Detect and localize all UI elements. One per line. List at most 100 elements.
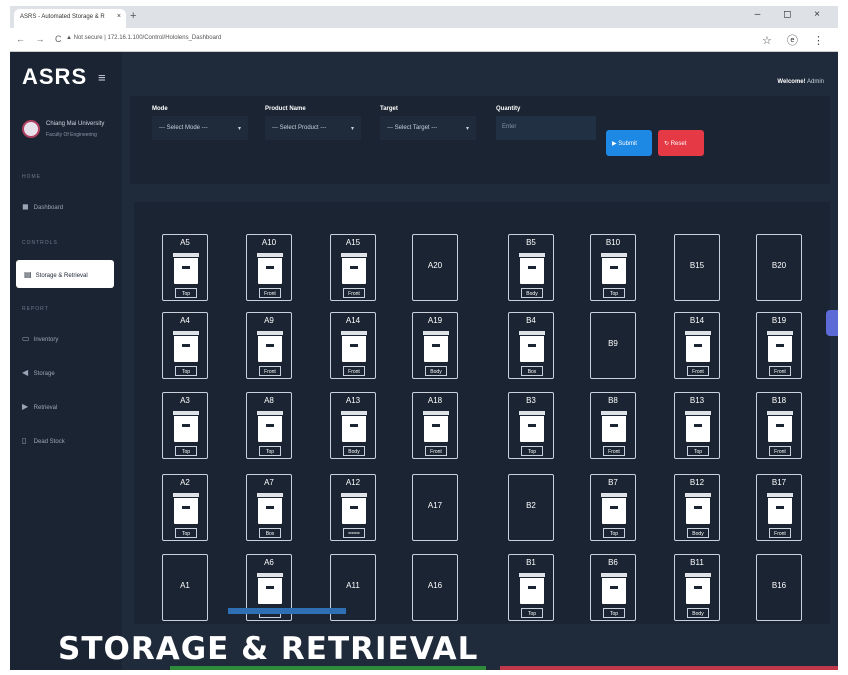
storage-cell[interactable]: A16	[412, 554, 458, 621]
box-slot	[350, 266, 358, 269]
user-name[interactable]: Admin	[807, 79, 824, 85]
cell-tag: Top	[521, 446, 543, 456]
storage-cell[interactable]: A1	[162, 554, 208, 621]
storage-cell[interactable]: A20	[412, 234, 458, 301]
sidebar-item-inventory[interactable]: ▭ Inventory	[22, 334, 58, 343]
storage-cell[interactable]: A18 Front	[412, 392, 458, 459]
storage-cell[interactable]: B13 Top	[674, 392, 720, 459]
storage-cell[interactable]: B16	[756, 554, 802, 621]
storage-cell[interactable]: A9 Front	[246, 312, 292, 379]
reset-button[interactable]: ↻ Reset	[658, 130, 704, 156]
submit-button[interactable]: ▶ Submit	[606, 130, 652, 156]
box-slot	[350, 424, 358, 427]
section-home: HOME	[22, 174, 41, 180]
storage-cell[interactable]: B4 Box	[508, 312, 554, 379]
storage-cell[interactable]: A14 Front	[330, 312, 376, 379]
storage-cell[interactable]: B15	[674, 234, 720, 301]
cell-id: A6	[264, 558, 274, 567]
storage-cell[interactable]: B1 Top	[508, 554, 554, 621]
storage-cell[interactable]: A19 Body	[412, 312, 458, 379]
sidebar-item-dashboard[interactable]: ◼ Dashboard	[22, 202, 63, 211]
browser-tab[interactable]: ASRS - Automated Storage & R ×	[14, 9, 126, 28]
storage-cell[interactable]: B18 Front	[756, 392, 802, 459]
nav-buttons[interactable]: ← → C	[16, 34, 66, 44]
cell-id: B10	[605, 238, 621, 247]
quantity-input[interactable]: Enter	[496, 116, 596, 140]
window-controls[interactable]: – ◻ ×	[755, 9, 830, 20]
box-icon	[600, 252, 628, 284]
storage-cell[interactable]: A3 Top	[162, 392, 208, 459]
cell-id: A7	[264, 478, 274, 487]
cell-id: A4	[180, 316, 190, 325]
box-slot	[776, 424, 784, 427]
box-slot	[266, 344, 274, 347]
sidebar-item-retrieval[interactable]: ▶ Retrieval	[22, 402, 57, 411]
storage-cell[interactable]: A8 Top	[246, 392, 292, 459]
box-lid	[518, 572, 546, 578]
box-icon	[684, 410, 712, 442]
cell-tag: Top	[603, 288, 625, 298]
storage-cell[interactable]: B5 Body	[508, 234, 554, 301]
target-value: --- Select Target ---	[387, 125, 438, 131]
box-lid	[172, 492, 200, 498]
storage-cell[interactable]: B10 Top	[590, 234, 636, 301]
menu-icon[interactable]: ≡	[98, 70, 106, 85]
target-select[interactable]: --- Select Target --- ▾	[380, 116, 476, 140]
new-tab-button[interactable]: +	[130, 10, 136, 22]
storage-cell[interactable]: B14 Front	[674, 312, 720, 379]
sidebar-item-storage-retrieval[interactable]: ▤ Storage & Retrieval	[16, 260, 114, 288]
box-icon	[600, 492, 628, 524]
storage-cell[interactable]: B12 Body	[674, 474, 720, 541]
storage-cell[interactable]: A5 Top	[162, 234, 208, 301]
storage-cell[interactable]: B7 Top	[590, 474, 636, 541]
settings-handle[interactable]	[826, 310, 838, 336]
storage-cell[interactable]: B3 Top	[508, 392, 554, 459]
box-slot	[350, 506, 358, 509]
box-lid	[600, 572, 628, 578]
university-profile: Chiang Mai University Faculty Of Enginee…	[22, 118, 118, 148]
storage-cell[interactable]: B9	[590, 312, 636, 379]
url-field[interactable]: ▲ Not secure | 172.16.1.100/Control/Holo…	[66, 35, 221, 41]
storage-cell[interactable]: A7 Box	[246, 474, 292, 541]
storage-cell[interactable]: A10 Front	[246, 234, 292, 301]
storage-cell[interactable]: B8 Front	[590, 392, 636, 459]
product-select[interactable]: --- Select Product --- ▾	[265, 116, 361, 140]
storage-cell[interactable]: A2 Top	[162, 474, 208, 541]
cell-tag: Front	[343, 366, 365, 376]
control-form: Mode --- Select Mode --- ▾ Product Name …	[130, 96, 830, 184]
storage-cell[interactable]: A13 Body	[330, 392, 376, 459]
sidebar-item-storage[interactable]: ◀ Storage	[22, 368, 55, 377]
cell-tag: Top	[259, 446, 281, 456]
storage-cell[interactable]: A4 Top	[162, 312, 208, 379]
storage-cell[interactable]: B11 Body	[674, 554, 720, 621]
box-icon	[422, 330, 450, 362]
welcome-label: Welcome!	[777, 79, 806, 85]
box-slot	[776, 506, 784, 509]
box-icon	[256, 330, 284, 362]
storage-cell[interactable]: B20	[756, 234, 802, 301]
cell-id: A18	[427, 396, 443, 405]
storage-cell[interactable]: A12 ====	[330, 474, 376, 541]
storage-cell[interactable]: A15 Front	[330, 234, 376, 301]
cell-tag: Top	[175, 446, 197, 456]
browser-actions[interactable]: ☆ ⓔ ⋮	[762, 32, 830, 48]
storage-cell[interactable]: B19 Front	[756, 312, 802, 379]
box-icon	[600, 572, 628, 604]
box-lid	[172, 252, 200, 258]
storage-cell[interactable]: B6 Top	[590, 554, 636, 621]
storage-cell[interactable]: A17	[412, 474, 458, 541]
box-lid	[340, 252, 368, 258]
cell-id: B6	[608, 558, 618, 567]
sidebar-item-label: Storage & Retrieval	[35, 273, 88, 279]
horizontal-scrollbar[interactable]	[228, 608, 346, 614]
storage-cell[interactable]: B2	[508, 474, 554, 541]
sidebar-item-deadstock[interactable]: ▯ Dead Stock	[22, 436, 65, 445]
storage-cell[interactable]: B17 Front	[756, 474, 802, 541]
mode-select[interactable]: --- Select Mode --- ▾	[152, 116, 248, 140]
cell-tag: Front	[259, 366, 281, 376]
box-icon	[340, 252, 368, 284]
box-slot	[694, 586, 702, 589]
tab-close-icon[interactable]: ×	[117, 13, 121, 20]
cell-tag: Body	[687, 528, 709, 538]
box-icon	[684, 572, 712, 604]
